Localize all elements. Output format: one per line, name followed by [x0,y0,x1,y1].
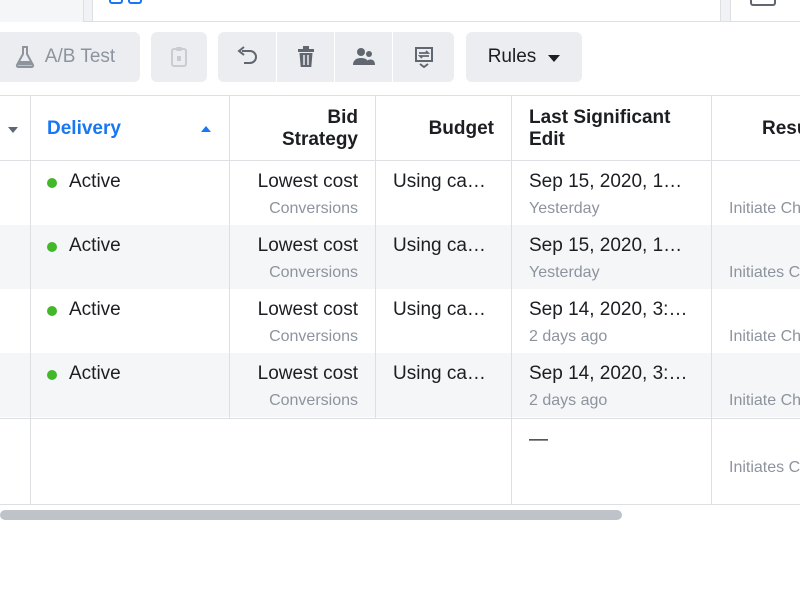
table-row[interactable]: Active Lowest cost Conversions Using ca…… [0,289,800,353]
header-delivery-label: Delivery [47,118,121,139]
column-divider [711,95,712,505]
bid-strategy-sub: Conversions [269,328,358,345]
delivery-status: Active [69,299,121,320]
totals-result-type: Initiates C [729,459,800,476]
last-edit-relative: Yesterday [529,200,600,217]
last-edit-relative: Yesterday [529,264,600,281]
budget-value: Using ca… [393,299,486,320]
result-type: Initiate Ch [729,392,800,409]
result-type: Initiate Ch [729,200,800,217]
tab-strip [0,0,800,22]
totals-row: — Initiates C [0,418,800,505]
table-row[interactable]: Active Lowest cost Conversions Using ca…… [0,161,800,225]
last-edit-date: Sep 14, 2020, 3:… [529,363,688,384]
ab-test-label: A/B Test [44,46,116,67]
budget-value: Using ca… [393,171,486,192]
delivery-status: Active [69,171,121,192]
budget-value: Using ca… [393,235,486,256]
header-bid-strategy-label: Bid Strategy [281,107,358,150]
chevron-down-icon [548,54,561,62]
bid-strategy-sub: Conversions [269,200,358,217]
header-delivery[interactable]: Delivery [47,96,197,162]
table-row[interactable]: Active Lowest cost Conversions Using ca…… [0,353,800,417]
header-results[interactable]: Resu [762,96,800,162]
clipboard-button[interactable] [151,32,207,82]
delivery-status: Active [69,235,121,256]
status-active-dot [47,370,57,380]
undo-icon [237,46,257,64]
header-last-significant-edit[interactable]: Last Significant Edit [529,96,709,162]
status-active-dot [47,178,57,188]
last-edit-date: Sep 15, 2020, 1… [529,235,683,256]
last-edit-relative: 2 days ago [529,392,608,409]
grid-icon [109,0,143,4]
sort-ascending-icon[interactable] [201,126,211,132]
result-type: Initiate Ch [729,328,800,345]
rules-label: Rules [487,46,537,67]
preview-swap-icon [414,47,433,68]
toolbar: A/B Test Rules [0,32,800,82]
bid-strategy: Lowest cost [257,171,358,192]
last-edit-relative: 2 days ago [529,328,608,345]
tab-previous[interactable] [0,0,84,22]
preview-button[interactable] [393,32,454,82]
column-menu-icon[interactable] [8,127,18,133]
header-bid-strategy[interactable]: Bid Strategy [232,96,358,162]
bid-strategy: Lowest cost [257,235,358,256]
bid-strategy-sub: Conversions [269,264,358,281]
clipboard-icon [171,47,187,67]
horizontal-scrollbar[interactable] [0,510,622,520]
bid-strategy-sub: Conversions [269,392,358,409]
column-divider [229,95,230,418]
header-budget-label: Budget [428,118,494,139]
bid-strategy: Lowest cost [257,363,358,384]
last-edit-date: Sep 15, 2020, 1… [529,171,683,192]
table-row[interactable]: Active Lowest cost Conversions Using ca…… [0,225,800,289]
status-active-dot [47,242,57,252]
tab-next[interactable] [730,0,800,22]
header-budget[interactable]: Budget [378,96,494,162]
table-header: Delivery Bid Strategy Budget Last Signifi… [0,95,800,161]
undo-button[interactable] [218,32,276,82]
panel-icon [750,0,776,6]
bid-strategy: Lowest cost [257,299,358,320]
trash-icon [297,46,314,67]
column-divider [30,95,31,505]
rules-dropdown[interactable]: Rules [466,32,582,82]
audience-button[interactable] [335,32,392,82]
header-results-label: Resu [762,118,800,139]
result-type: Initiates C [729,264,800,281]
status-active-dot [47,306,57,316]
totals-last-edit: — [529,429,548,450]
column-divider [511,95,512,505]
last-edit-date: Sep 14, 2020, 3:… [529,299,688,320]
budget-value: Using ca… [393,363,486,384]
tab-ads[interactable] [92,0,721,22]
delete-button[interactable] [277,32,334,82]
delivery-status: Active [69,363,121,384]
flask-icon [15,46,34,68]
header-last-edit-label: Last Significant Edit [529,107,671,150]
people-icon [352,48,375,65]
column-divider [375,95,376,418]
ab-test-button[interactable]: A/B Test [0,32,140,82]
